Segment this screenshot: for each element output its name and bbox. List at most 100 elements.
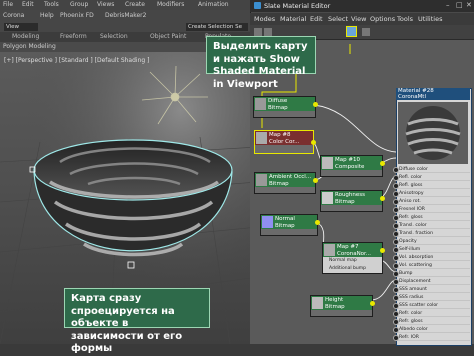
material-slot-socket[interactable] xyxy=(393,199,399,205)
node-roughness-type: Bitmap xyxy=(335,198,355,205)
material-slot-socket[interactable] xyxy=(393,215,399,221)
node-height-header[interactable]: Height Bitmap xyxy=(311,296,372,310)
material-slot-socket[interactable] xyxy=(393,271,399,277)
callout-bottom: Карта сразу спроецируется на объекте в з… xyxy=(64,288,210,354)
roughness-thumbnail xyxy=(322,192,333,204)
material-slot[interactable]: SSS scatter color xyxy=(396,302,470,310)
node-map10-title: Map #10 xyxy=(335,157,360,163)
height-thumbnail xyxy=(312,297,323,309)
map7-slot-bump[interactable]: Additional bump xyxy=(323,265,366,272)
map10-output-socket[interactable] xyxy=(380,161,385,166)
map8-thumbnail xyxy=(256,132,267,144)
material-slot[interactable]: Diffuse color xyxy=(396,166,470,174)
height-output-socket[interactable] xyxy=(370,301,375,306)
material-type: CoronaMtl xyxy=(398,93,426,100)
material-slot[interactable]: SSS amount xyxy=(396,286,470,294)
node-map8-title: Map #8 xyxy=(269,132,291,138)
node-map7-header[interactable]: Map #7 CoronaNor... xyxy=(323,243,382,257)
material-slot-socket[interactable] xyxy=(393,319,399,325)
node-height-title: Height xyxy=(325,297,344,303)
material-preview xyxy=(398,102,468,164)
callout-top: Выделить карту и нажать Show Shaded Mate… xyxy=(206,36,316,90)
node-map7-title: Map #7 xyxy=(337,244,359,250)
material-preview-sphere xyxy=(405,106,461,160)
node-map8-type: Color Cor... xyxy=(269,138,300,145)
node-height[interactable]: Height Bitmap xyxy=(310,295,375,317)
node-ambient-title: Ambient Occl... xyxy=(269,174,312,180)
material-slot-socket[interactable] xyxy=(393,303,399,309)
node-map10-header[interactable]: Map #10 Composite xyxy=(321,156,382,170)
material-slot-socket[interactable] xyxy=(393,231,399,237)
material-slot-socket[interactable] xyxy=(393,239,399,245)
node-map10-type: Composite xyxy=(335,163,365,170)
node-diffuse-type: Bitmap xyxy=(268,104,288,111)
node-roughness[interactable]: Roughness Bitmap xyxy=(320,190,385,212)
material-slot-socket[interactable] xyxy=(393,287,399,293)
node-ambient-type: Bitmap xyxy=(269,180,289,187)
material-slot-socket[interactable] xyxy=(393,175,399,181)
node-diffuse-title: Diffuse xyxy=(268,98,288,104)
node-roughness-title: Roughness xyxy=(335,192,366,198)
node-map7-type: CoronaNor... xyxy=(337,250,372,257)
map8-output-socket[interactable] xyxy=(311,140,316,145)
material-slot[interactable]: Self-illum xyxy=(396,246,470,254)
material-slot-socket[interactable] xyxy=(393,247,399,253)
material-slot[interactable]: Fresnel IOR xyxy=(396,206,470,214)
material-slot[interactable]: Vol. scattering xyxy=(396,262,470,270)
material-slot-socket[interactable] xyxy=(393,279,399,285)
material-slot[interactable]: Transl. color xyxy=(396,222,470,230)
material-slot-socket[interactable] xyxy=(393,311,399,317)
node-map10[interactable]: Map #10 Composite xyxy=(320,155,385,177)
material-node-header[interactable]: Material #28 CoronaMtl xyxy=(396,88,470,100)
material-slot[interactable]: Aniso rot. xyxy=(396,198,470,206)
ambient-output-socket[interactable] xyxy=(313,178,318,183)
material-slot[interactable]: Refr. color xyxy=(396,310,470,318)
node-normal-title: Normal xyxy=(275,216,295,222)
node-normal-header[interactable]: Normal Bitmap xyxy=(261,215,317,229)
material-slot[interactable]: Albedo color xyxy=(396,326,470,334)
material-slot-socket[interactable] xyxy=(393,167,399,173)
material-slot[interactable]: Refr. gloss xyxy=(396,318,470,326)
material-slot-socket[interactable] xyxy=(393,207,399,213)
map7-slot-normal[interactable]: Normal map xyxy=(323,257,382,264)
diffuse-thumbnail xyxy=(255,98,266,110)
material-slot[interactable]: SSS radius xyxy=(396,294,470,302)
map7-output-socket[interactable] xyxy=(380,248,385,253)
node-ambient-occlusion[interactable]: Ambient Occl... Bitmap xyxy=(254,172,318,194)
map7-thumbnail xyxy=(324,244,335,256)
diffuse-output-socket[interactable] xyxy=(313,102,318,107)
node-ambient-header[interactable]: Ambient Occl... Bitmap xyxy=(255,173,315,187)
map10-thumbnail xyxy=(322,157,333,169)
material-slot[interactable]: Displacement xyxy=(396,278,470,286)
node-roughness-header[interactable]: Roughness Bitmap xyxy=(321,191,382,205)
material-slot[interactable]: Transl. fraction xyxy=(396,230,470,238)
material-slot-socket[interactable] xyxy=(393,191,399,197)
node-normal-type: Bitmap xyxy=(275,222,295,229)
material-slot-socket[interactable] xyxy=(393,223,399,229)
material-slot[interactable]: Refr. IOR xyxy=(396,334,470,342)
normal-thumbnail xyxy=(262,216,273,228)
material-slot-socket[interactable] xyxy=(393,327,399,333)
node-map8-header[interactable]: Map #8 Color Cor... xyxy=(255,131,313,145)
node-normal[interactable]: Normal Bitmap xyxy=(260,214,320,236)
material-slot[interactable]: Vol. absorption xyxy=(396,254,470,262)
material-slot[interactable]: Refl. color xyxy=(396,174,470,182)
node-map7[interactable]: Map #7 CoronaNor... Normal map Additional… xyxy=(322,242,385,274)
material-slot[interactable]: Anisotropy xyxy=(396,190,470,198)
normal-output-socket[interactable] xyxy=(315,220,320,225)
material-slot-socket[interactable] xyxy=(393,263,399,269)
node-diffuse-header[interactable]: Diffuse Bitmap xyxy=(254,97,315,111)
node-map8[interactable]: Map #8 Color Cor... xyxy=(254,130,316,154)
material-slot-socket[interactable] xyxy=(393,335,399,341)
material-slot-socket[interactable] xyxy=(393,295,399,301)
material-slot[interactable]: Refl. gloss xyxy=(396,182,470,190)
material-slot[interactable]: Opacity xyxy=(396,238,470,246)
node-height-type: Bitmap xyxy=(325,303,345,310)
ambient-thumbnail xyxy=(256,174,267,186)
material-slot[interactable]: Refr. gloss xyxy=(396,214,470,222)
material-slot[interactable]: Bump xyxy=(396,270,470,278)
node-diffuse[interactable]: Diffuse Bitmap xyxy=(253,96,318,118)
material-slot-socket[interactable] xyxy=(393,183,399,189)
material-slot-socket[interactable] xyxy=(393,255,399,261)
roughness-output-socket[interactable] xyxy=(380,196,385,201)
